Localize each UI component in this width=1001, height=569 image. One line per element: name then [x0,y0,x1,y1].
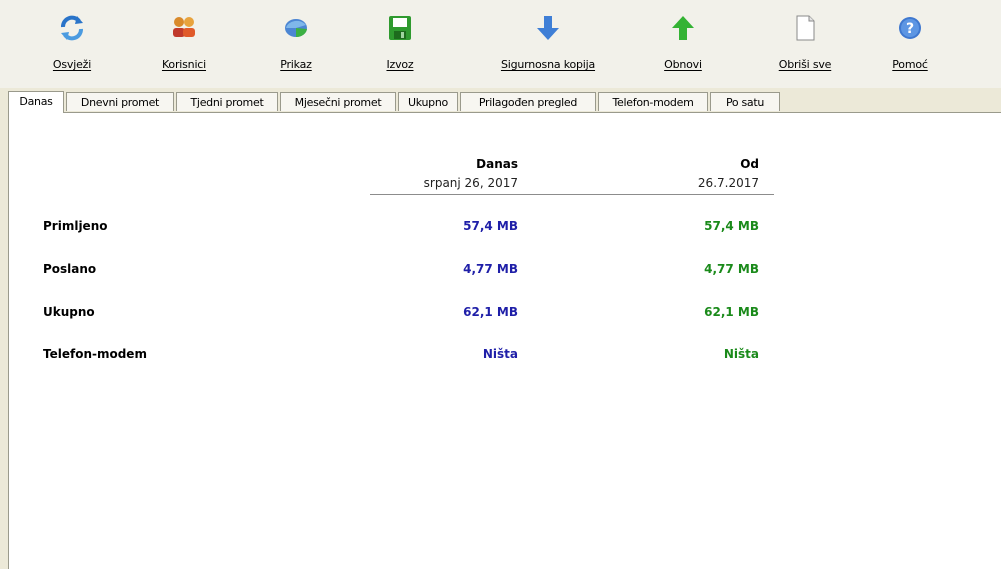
tab-mjesecni-promet[interactable]: Mjesečni promet [280,92,396,111]
value-total-since: 62,1 MB [704,305,759,319]
value-received-since: 57,4 MB [704,219,759,233]
svg-text:?: ? [906,21,914,37]
help-label: Pomoć [892,58,928,71]
column-date-since: 26.7.2017 [697,176,759,190]
backup-button[interactable]: Sigurnosna kopija [478,8,618,80]
users-button[interactable]: Korisnici [129,8,239,80]
row-label-total: Ukupno [43,305,95,319]
tab-dnevni-promet[interactable]: Dnevni promet [66,92,174,111]
view-label: Prikaz [280,58,312,71]
tab-prilagoden-pregled[interactable]: Prilagođen pregled [460,92,596,111]
column-header-since: Od [740,157,759,171]
document-icon [785,8,825,48]
column-header-today: Danas [476,157,518,171]
content-panel: Danas srpanj 26, 2017 Od 26.7.2017 Priml… [8,112,1001,569]
tab-danas[interactable]: Danas [8,91,64,113]
arrow-up-icon [663,8,703,48]
value-total-today: 62,1 MB [463,305,518,319]
restore-button[interactable]: Obnovi [628,8,738,80]
users-icon [164,8,204,48]
refresh-button[interactable]: Osvježi [17,8,127,80]
row-label-dialup: Telefon-modem [43,347,147,361]
clear-all-label: Obriši sve [778,58,832,71]
value-sent-today: 4,77 MB [463,262,518,276]
save-icon [380,8,420,48]
value-dialup-since: Ništa [723,347,759,361]
value-dialup-today: Ništa [482,347,518,361]
toolbar: Osvježi Korisnici Prikaz Izvoz Sigurnosn… [0,0,1001,88]
users-label: Korisnici [161,58,207,71]
row-label-received: Primljeno [43,219,108,233]
help-icon: ? [890,8,930,48]
column-date-today: srpanj 26, 2017 [423,176,518,190]
tab-strip: Danas Dnevni promet Tjedni promet Mjeseč… [8,91,993,113]
view-icon [276,8,316,48]
export-label: Izvoz [386,58,414,71]
clear-all-button[interactable]: Obriši sve [750,8,860,80]
restore-label: Obnovi [664,58,702,71]
backup-label: Sigurnosna kopija [500,58,596,71]
refresh-label: Osvježi [52,58,92,71]
tab-tjedni-promet[interactable]: Tjedni promet [176,92,278,111]
row-label-sent: Poslano [43,262,97,276]
tab-po-satu[interactable]: Po satu [710,92,780,111]
tab-ukupno[interactable]: Ukupno [398,92,458,111]
value-received-today: 57,4 MB [463,219,518,233]
arrow-down-icon [528,8,568,48]
export-button[interactable]: Izvoz [345,8,455,80]
tab-telefon-modem[interactable]: Telefon-modem [598,92,708,111]
refresh-icon [52,8,92,48]
view-button[interactable]: Prikaz [241,8,351,80]
value-sent-since: 4,77 MB [704,262,759,276]
header-divider [370,194,774,195]
help-button[interactable]: ? Pomoć [855,8,965,80]
